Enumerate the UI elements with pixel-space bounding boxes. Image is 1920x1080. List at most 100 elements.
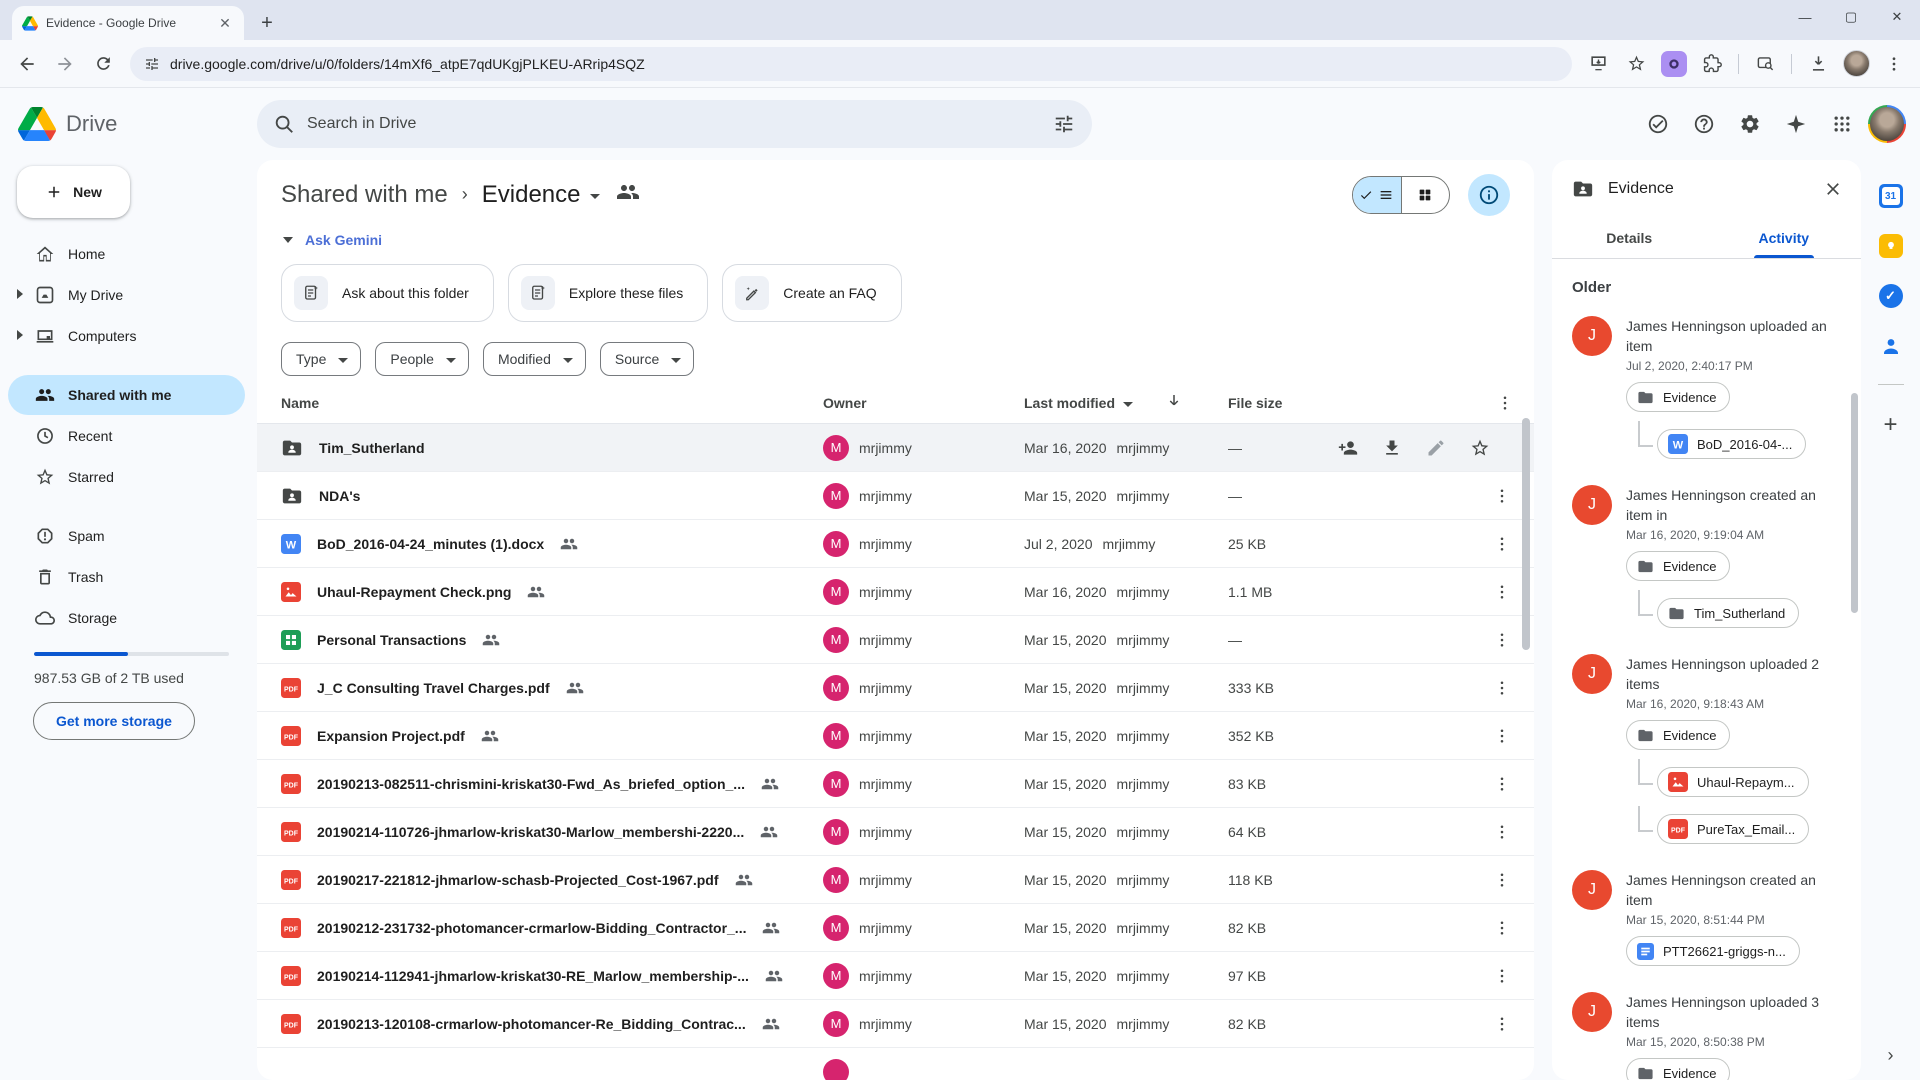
drive-searchbar[interactable] [257,100,1092,148]
column-owner[interactable]: Owner [823,395,1024,411]
row-more-icon[interactable] [1490,916,1514,940]
activity-file-chip[interactable]: Evidence [1626,551,1730,581]
row-more-icon[interactable] [1490,676,1514,700]
grid-view-button[interactable] [1402,177,1450,213]
table-row-partial[interactable] [257,1048,1534,1080]
row-more-icon[interactable] [1490,484,1514,508]
expand-caret-icon[interactable] [17,330,23,340]
star-icon[interactable] [1468,436,1492,460]
add-apps-icon[interactable]: + [1883,411,1897,439]
install-app-icon[interactable] [1582,47,1614,81]
panel-scrollbar[interactable] [1851,393,1858,613]
offline-status-icon[interactable] [1638,104,1678,144]
row-more-icon[interactable] [1490,820,1514,844]
back-button[interactable] [10,47,44,81]
table-row[interactable]: Tim_SutherlandMmrjimmyMar 16, 2020mrjimm… [257,424,1534,472]
activity-file-chip[interactable]: PTT26621-griggs-n... [1626,936,1800,966]
activity-file-chip[interactable]: Evidence [1626,382,1730,412]
new-button[interactable]: New [17,166,130,218]
bookmark-star-icon[interactable] [1620,47,1652,81]
breadcrumb-root[interactable]: Shared with me [281,181,448,209]
ask-gemini-section[interactable]: Ask Gemini [257,216,1534,248]
activity-file-chip[interactable]: PDFPureTax_Email... [1657,814,1809,844]
drive-brand[interactable]: Drive [0,107,257,141]
table-header-more-icon[interactable] [1336,394,1514,412]
row-more-icon[interactable] [1490,580,1514,604]
tasks-icon[interactable]: ✓ [1879,284,1903,308]
row-more-icon[interactable] [1490,628,1514,652]
extensions-puzzle-icon[interactable] [1696,47,1728,81]
column-file-size[interactable]: File size [1228,395,1336,411]
row-more-icon[interactable] [1490,1012,1514,1036]
calendar-icon[interactable]: 31 [1879,184,1903,208]
breadcrumb-current[interactable]: Evidence [482,181,601,209]
list-view-button[interactable] [1353,177,1402,213]
table-row[interactable]: Personal TransactionsMmrjimmyMar 15, 202… [257,616,1534,664]
activity-file-chip[interactable]: WBoD_2016-04-... [1657,429,1806,459]
table-row[interactable]: PDFJ_C Consulting Travel Charges.pdfMmrj… [257,664,1534,712]
tab-details[interactable]: Details [1552,220,1707,258]
sidebar-item-recent[interactable]: Recent [8,416,245,456]
keep-icon[interactable] [1879,234,1903,258]
share-icon[interactable] [1336,436,1360,460]
new-tab-button[interactable]: + [252,8,282,38]
row-more-icon[interactable] [1490,772,1514,796]
collapse-chevron-icon[interactable] [283,237,293,243]
sidebar-item-home[interactable]: Home [8,234,245,274]
sidebar-item-storage[interactable]: Storage [8,598,245,638]
browser-menu-icon[interactable] [1878,47,1910,81]
table-row[interactable]: WBoD_2016-04-24_minutes (1).docxMmrjimmy… [257,520,1534,568]
sidebar-item-computers[interactable]: Computers [8,316,245,356]
forward-button[interactable] [48,47,82,81]
address-bar[interactable]: drive.google.com/drive/u/0/folders/14mXf… [130,47,1572,81]
search-input[interactable] [307,115,1032,133]
hide-side-panel-icon[interactable]: › [1888,1045,1894,1066]
table-row[interactable]: PDF20190212-231732-photomancer-crmarlow-… [257,904,1534,952]
suggestion-create-faq[interactable]: Create an FAQ [722,264,901,322]
table-row[interactable]: PDFExpansion Project.pdfMmrjimmyMar 15, … [257,712,1534,760]
rename-icon[interactable] [1424,436,1448,460]
search-icon[interactable] [273,113,295,135]
table-row[interactable]: PDF20190214-110726-jhmarlow-kriskat30-Ma… [257,808,1534,856]
file-list-scrollbar[interactable] [1522,418,1530,650]
screen-capture-extension-icon[interactable] [1658,47,1690,81]
sort-direction-icon[interactable] [1165,392,1183,413]
folder-shared-members-icon[interactable] [616,180,640,209]
reload-button[interactable] [86,47,120,81]
filter-people[interactable]: People [375,342,469,376]
sidebar-item-starred[interactable]: Starred [8,457,245,497]
download-icon[interactable] [1380,436,1404,460]
help-icon[interactable] [1684,104,1724,144]
tab-close-icon[interactable]: ✕ [216,14,234,32]
sidebar-item-my-drive[interactable]: My Drive [8,275,245,315]
google-apps-grid-icon[interactable] [1822,104,1862,144]
search-options-icon[interactable] [1044,104,1084,144]
filter-source[interactable]: Source [600,342,694,376]
table-row[interactable]: PDF20190213-120108-crmarlow-photomancer-… [257,1000,1534,1048]
activity-file-chip[interactable]: Evidence [1626,1058,1730,1080]
browser-tab[interactable]: Evidence - Google Drive ✕ [12,6,244,40]
table-row[interactable]: PDF20190214-112941-jhmarlow-kriskat30-RE… [257,952,1534,1000]
details-info-button[interactable] [1468,174,1510,216]
account-avatar[interactable] [1868,105,1906,143]
activity-file-chip[interactable]: Tim_Sutherland [1657,598,1799,628]
ask-gemini-label[interactable]: Ask Gemini [305,232,382,248]
filter-modified[interactable]: Modified [483,342,586,376]
activity-file-chip[interactable]: Evidence [1626,720,1730,750]
table-row[interactable]: Uhaul-Repayment Check.pngMmrjimmyMar 16,… [257,568,1534,616]
row-more-icon[interactable] [1490,724,1514,748]
filter-type[interactable]: Type [281,342,361,376]
contacts-icon[interactable] [1879,334,1903,358]
expand-caret-icon[interactable] [17,289,23,299]
row-more-icon[interactable] [1490,868,1514,892]
activity-file-chip[interactable]: Uhaul-Repaym... [1657,767,1809,797]
sidebar-item-spam[interactable]: Spam [8,516,245,556]
suggestion-ask-about-folder[interactable]: Ask about this folder [281,264,494,322]
row-more-icon[interactable] [1490,532,1514,556]
sidebar-item-trash[interactable]: Trash [8,557,245,597]
site-settings-icon[interactable] [144,56,160,72]
table-row[interactable]: PDF20190217-221812-jhmarlow-schasb-Proje… [257,856,1534,904]
browser-profile-avatar[interactable] [1840,47,1872,81]
gemini-sparkle-icon[interactable] [1776,104,1816,144]
row-more-icon[interactable] [1490,964,1514,988]
